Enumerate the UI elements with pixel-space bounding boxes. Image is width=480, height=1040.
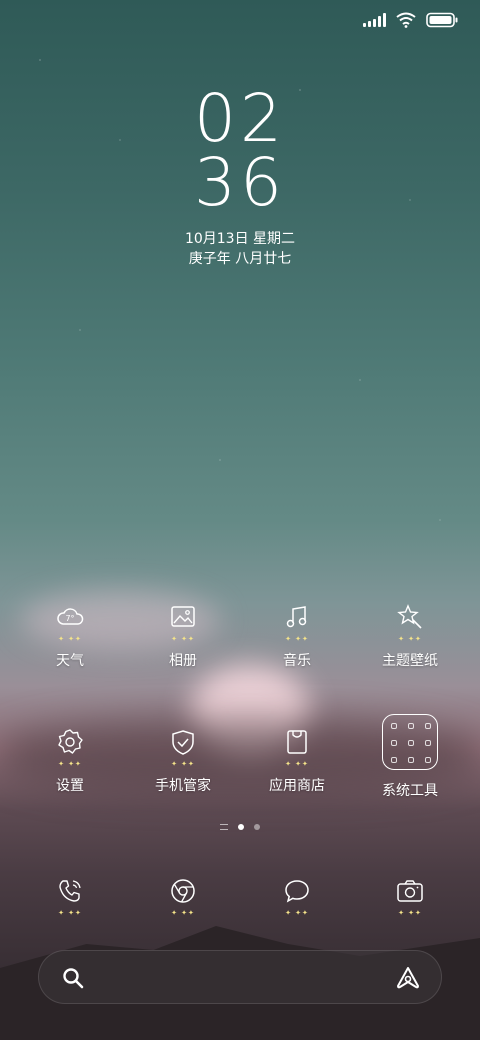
sparkle-decoration: ✦ ✦✦	[285, 635, 309, 643]
app-label: 主题壁纸	[382, 653, 438, 669]
app-label: 音乐	[283, 653, 311, 669]
sparkle-decoration: ✦ ✦✦	[285, 909, 309, 917]
sparkle-decoration: ✦ ✦✦	[171, 635, 195, 643]
sparkle-decoration: ✦ ✦✦	[398, 909, 422, 917]
sparkle-decoration: ✦ ✦✦	[58, 909, 82, 917]
app-label: 设置	[56, 778, 84, 794]
sparkle-decoration: ✦ ✦✦	[171, 760, 195, 768]
page-dot[interactable]	[254, 824, 260, 830]
dock-browser[interactable]: ✦ ✦✦	[133, 876, 233, 918]
app-store[interactable]: ✦ ✦✦ 应用商店	[247, 727, 347, 795]
camera-icon	[397, 880, 423, 902]
sparkle-decoration: ✦ ✦✦	[58, 635, 82, 643]
search-bar[interactable]	[38, 950, 442, 1004]
app-security[interactable]: ✦ ✦✦ 手机管家	[133, 727, 233, 795]
gallery-icon	[171, 606, 195, 627]
clock-hours[interactable]: 02	[0, 86, 480, 152]
page-menu-icon[interactable]	[220, 824, 228, 830]
weather-temp: 7°	[65, 614, 74, 623]
wifi-icon	[396, 12, 416, 28]
app-label: 系统工具	[382, 783, 438, 799]
battery-icon	[426, 12, 458, 28]
assistant-icon[interactable]	[395, 965, 421, 991]
app-label: 相册	[169, 653, 197, 669]
clock-minutes[interactable]: 36	[0, 150, 480, 216]
app-themes[interactable]: ✦ ✦✦ 主题壁纸	[360, 602, 460, 670]
status-bar	[363, 10, 458, 30]
date-gregorian[interactable]: 10月13日 星期二	[0, 228, 480, 250]
security-icon	[172, 730, 194, 755]
sparkle-decoration: ✦ ✦✦	[58, 760, 82, 768]
browser-icon	[171, 879, 195, 903]
sparkle-decoration: ✦ ✦✦	[285, 760, 309, 768]
page-indicator[interactable]	[0, 824, 480, 830]
sparkle-decoration: ✦ ✦✦	[171, 909, 195, 917]
messages-icon	[285, 880, 309, 903]
app-weather[interactable]: 7° ✦ ✦✦ 天气	[20, 602, 120, 670]
settings-icon	[58, 729, 83, 754]
music-icon	[286, 606, 307, 628]
weather-icon: 7°	[57, 608, 84, 625]
dock-camera[interactable]: ✦ ✦✦	[360, 876, 460, 918]
date-lunar[interactable]: 庚子年 八月廿七	[0, 248, 480, 270]
app-settings[interactable]: ✦ ✦✦ 设置	[20, 727, 120, 795]
search-icon[interactable]	[61, 966, 85, 990]
page-dot-active[interactable]	[238, 824, 244, 830]
sparkle-decoration: ✦ ✦✦	[398, 635, 422, 643]
app-gallery[interactable]: ✦ ✦✦ 相册	[133, 602, 233, 670]
app-folder-system-tools[interactable]: 系统工具	[360, 714, 460, 800]
phone-icon	[59, 880, 81, 902]
dock-messages[interactable]: ✦ ✦✦	[247, 876, 347, 918]
app-music[interactable]: ✦ ✦✦ 音乐	[247, 602, 347, 670]
themes-icon	[397, 604, 422, 629]
app-store-icon	[287, 730, 307, 754]
signal-icon	[363, 13, 386, 27]
dock-phone[interactable]: ✦ ✦✦	[20, 876, 120, 918]
app-label: 应用商店	[269, 778, 325, 794]
folder-icon	[382, 714, 438, 770]
app-label: 天气	[56, 653, 84, 669]
app-label: 手机管家	[155, 778, 211, 794]
